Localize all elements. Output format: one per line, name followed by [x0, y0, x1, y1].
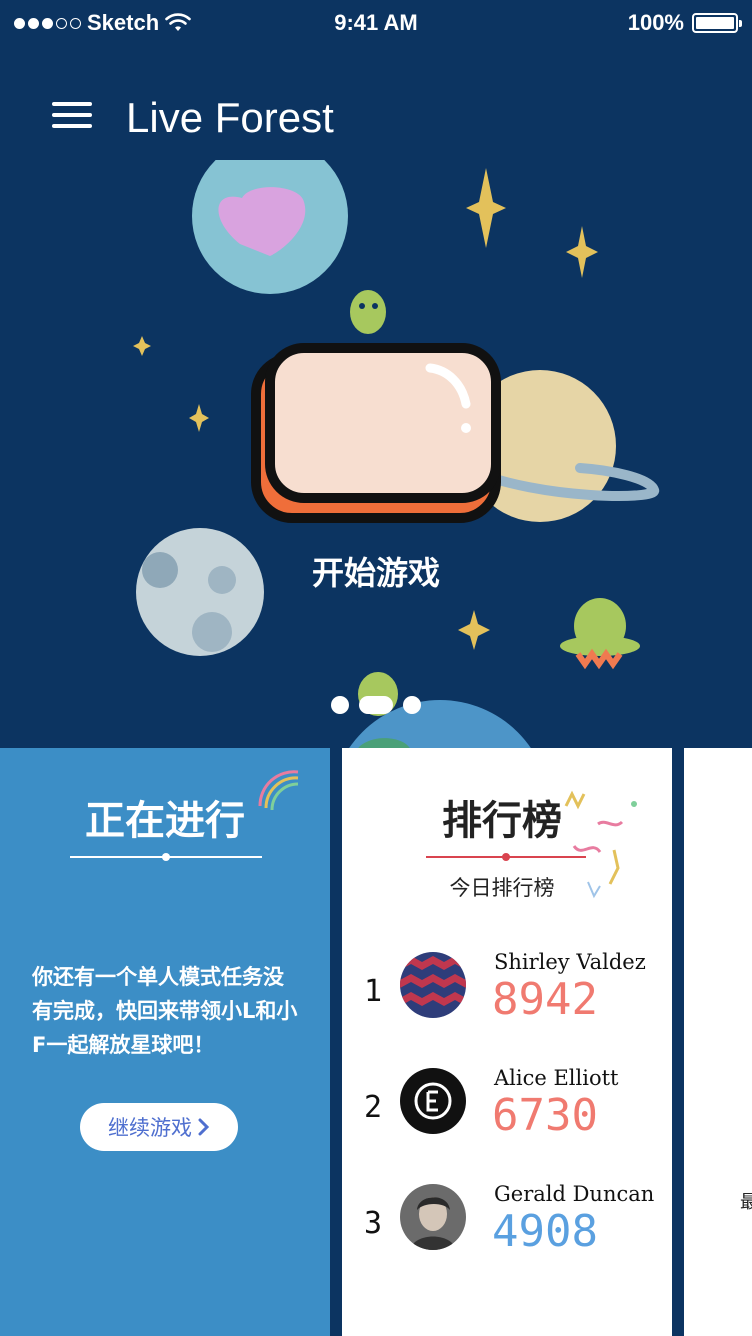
start-game-label[interactable]: 开始游戏 — [0, 548, 752, 594]
pager-dot[interactable] — [331, 696, 349, 714]
app-header: Live Forest — [0, 80, 752, 160]
star-icon — [566, 226, 598, 278]
player-score: 4908 — [492, 1206, 598, 1257]
player-score: 6730 — [492, 1090, 598, 1141]
player-name: Alice Elliott — [494, 1066, 619, 1090]
next-card-peek[interactable]: 最 — [684, 748, 752, 1336]
pager-dot[interactable] — [403, 696, 421, 714]
star-icon — [189, 404, 209, 432]
carousel-pager — [0, 696, 752, 714]
ongoing-message: 你还有一个单人模式任务没有完成，快回来带领小L和小F一起解放星球吧！ — [32, 965, 298, 1057]
rank-number: 2 — [364, 1090, 383, 1125]
leaderboard-subtitle: 今日排行榜 — [449, 876, 555, 900]
rank-number: 3 — [364, 1206, 383, 1241]
avatar[interactable] — [400, 952, 466, 1018]
star-icon — [458, 610, 490, 650]
star-icon — [466, 168, 506, 248]
continue-game-label: 继续游戏 — [108, 1116, 192, 1140]
space-illustration — [133, 160, 660, 750]
hero-banner: 开始游戏 — [0, 160, 752, 750]
status-bar: Sketch 9:41 AM 100% — [0, 0, 752, 48]
leaderboard-row[interactable]: 2 Alice Elliott 6730 — [342, 1060, 672, 1160]
ongoing-card[interactable]: 正在进行 你还有一个单人模式任务没有完成，快回来带领小L和小F一起解放星球吧！ … — [0, 748, 330, 1336]
player-name: Gerald Duncan — [494, 1182, 655, 1206]
game-block — [265, 343, 501, 503]
star-icon — [133, 336, 151, 356]
rank-number: 1 — [364, 974, 383, 1009]
ongoing-divider — [70, 853, 262, 861]
chevron-right-icon — [198, 1118, 210, 1136]
continue-game-button[interactable]: 继续游戏 — [80, 1103, 238, 1151]
ongoing-title: 正在进行 — [85, 798, 245, 844]
card-carousel: 正在进行 你还有一个单人模式任务没有完成，快回来带领小L和小F一起解放星球吧！ … — [0, 748, 752, 1336]
player-score: 8942 — [492, 974, 598, 1025]
green-alien — [350, 290, 386, 334]
leaderboard-title: 排行榜 — [442, 798, 562, 844]
avatar[interactable] — [400, 1184, 466, 1250]
leaderboard-row[interactable]: 1 Shirley Valdez 8942 — [342, 944, 672, 1044]
avatar[interactable] — [400, 1068, 466, 1134]
leaderboard-divider — [426, 853, 586, 861]
battery-group: 100% — [627, 10, 742, 36]
battery-icon — [692, 13, 742, 33]
next-card-glyph: 最 — [740, 1192, 752, 1213]
app-title: Live Forest — [126, 94, 334, 141]
battery-percent: 100% — [627, 10, 684, 35]
menu-icon[interactable] — [52, 102, 92, 132]
leaderboard-row[interactable]: 3 Gerald Duncan 4908 — [342, 1176, 672, 1276]
leaderboard-card[interactable]: 排行榜 今日排行榜 1 Shirley Valdez 8942 2 Alice … — [342, 748, 672, 1336]
player-name: Shirley Valdez — [494, 950, 646, 974]
pager-dot-active[interactable] — [359, 696, 393, 714]
